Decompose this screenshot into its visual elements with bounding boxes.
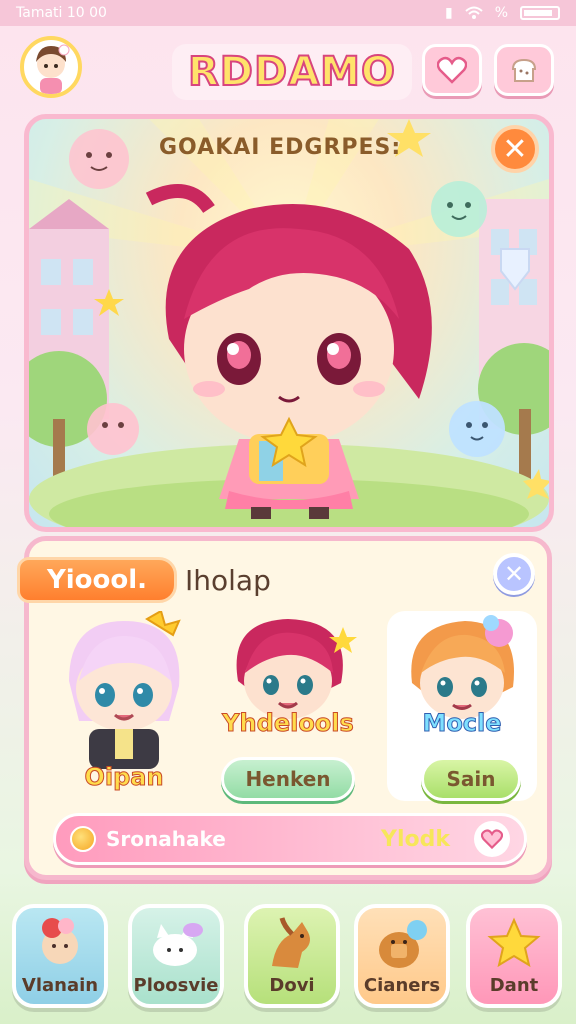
- panel-heading: Iholap: [185, 563, 271, 597]
- panel-close-button[interactable]: ✕: [493, 553, 535, 595]
- bread-icon: [511, 58, 537, 82]
- battery-icon: [520, 6, 560, 20]
- shop-button[interactable]: [494, 44, 554, 96]
- collection-panel: Yioool. Iholap ✕ Oipan Yhdelools Henken …: [17, 536, 552, 880]
- nav-item-ploosvie[interactable]: Ploosvie: [128, 904, 224, 1008]
- star-icon: [487, 917, 541, 968]
- bear-icon: [379, 920, 427, 968]
- wifi-icon: [465, 6, 483, 19]
- nav-item-cianers[interactable]: Cianers: [354, 904, 450, 1008]
- notification-icon: ▮: [444, 5, 453, 21]
- character-scene: GOAKAI EDGRPES: ✕: [24, 114, 554, 532]
- nav-label: Dant: [489, 975, 539, 996]
- cat-icon: [153, 923, 203, 966]
- nav-item-vlanain[interactable]: Vlanain: [12, 904, 108, 1008]
- character-portrait: [69, 611, 181, 769]
- alpaca-icon: [42, 918, 78, 964]
- progress-label: Sronahake: [106, 827, 226, 851]
- progress-bar[interactable]: Sronahake Ylodk: [53, 813, 527, 865]
- favorites-button[interactable]: [422, 44, 482, 96]
- nav-label: Dovi: [269, 975, 315, 996]
- status-bar: Tamati 10 00 ▮ %: [0, 0, 576, 26]
- card-action-button[interactable]: Henken: [221, 757, 355, 801]
- coin-icon: [70, 826, 96, 852]
- scene-title: GOAKAI EDGRPES:: [159, 134, 402, 160]
- nav-item-dant[interactable]: Dant: [466, 904, 562, 1008]
- signal-text: %: [494, 5, 508, 21]
- card-label: Yhdelools: [222, 709, 355, 738]
- progress-lock-label: Ylodk: [381, 826, 450, 852]
- scene-close-button[interactable]: ✕: [491, 125, 539, 173]
- status-icons: ▮ %: [445, 5, 560, 21]
- main-character[interactable]: [129, 179, 449, 519]
- character-card[interactable]: Oipan: [49, 611, 199, 801]
- heart-icon: [437, 56, 467, 84]
- horse-icon: [272, 917, 310, 968]
- player-avatar[interactable]: [20, 36, 82, 98]
- nav-label: Vlanain: [21, 975, 99, 996]
- nav-label: Cianers: [363, 975, 441, 996]
- game-title: RDDAMO: [172, 44, 412, 100]
- heart-icon[interactable]: [474, 821, 510, 857]
- status-time: Tamati 10 00: [16, 5, 107, 21]
- card-label: Mocle: [422, 709, 502, 738]
- card-label: Oipan: [84, 763, 164, 792]
- bottom-nav: Vlanain Ploosvie Dovi Cianers Dant: [0, 890, 576, 1024]
- nav-item-dovi[interactable]: Dovi: [244, 904, 340, 1008]
- nav-label: Ploosvie: [133, 975, 219, 996]
- card-action-button[interactable]: Sain: [421, 757, 521, 801]
- panel-tag: Yioool.: [17, 557, 177, 603]
